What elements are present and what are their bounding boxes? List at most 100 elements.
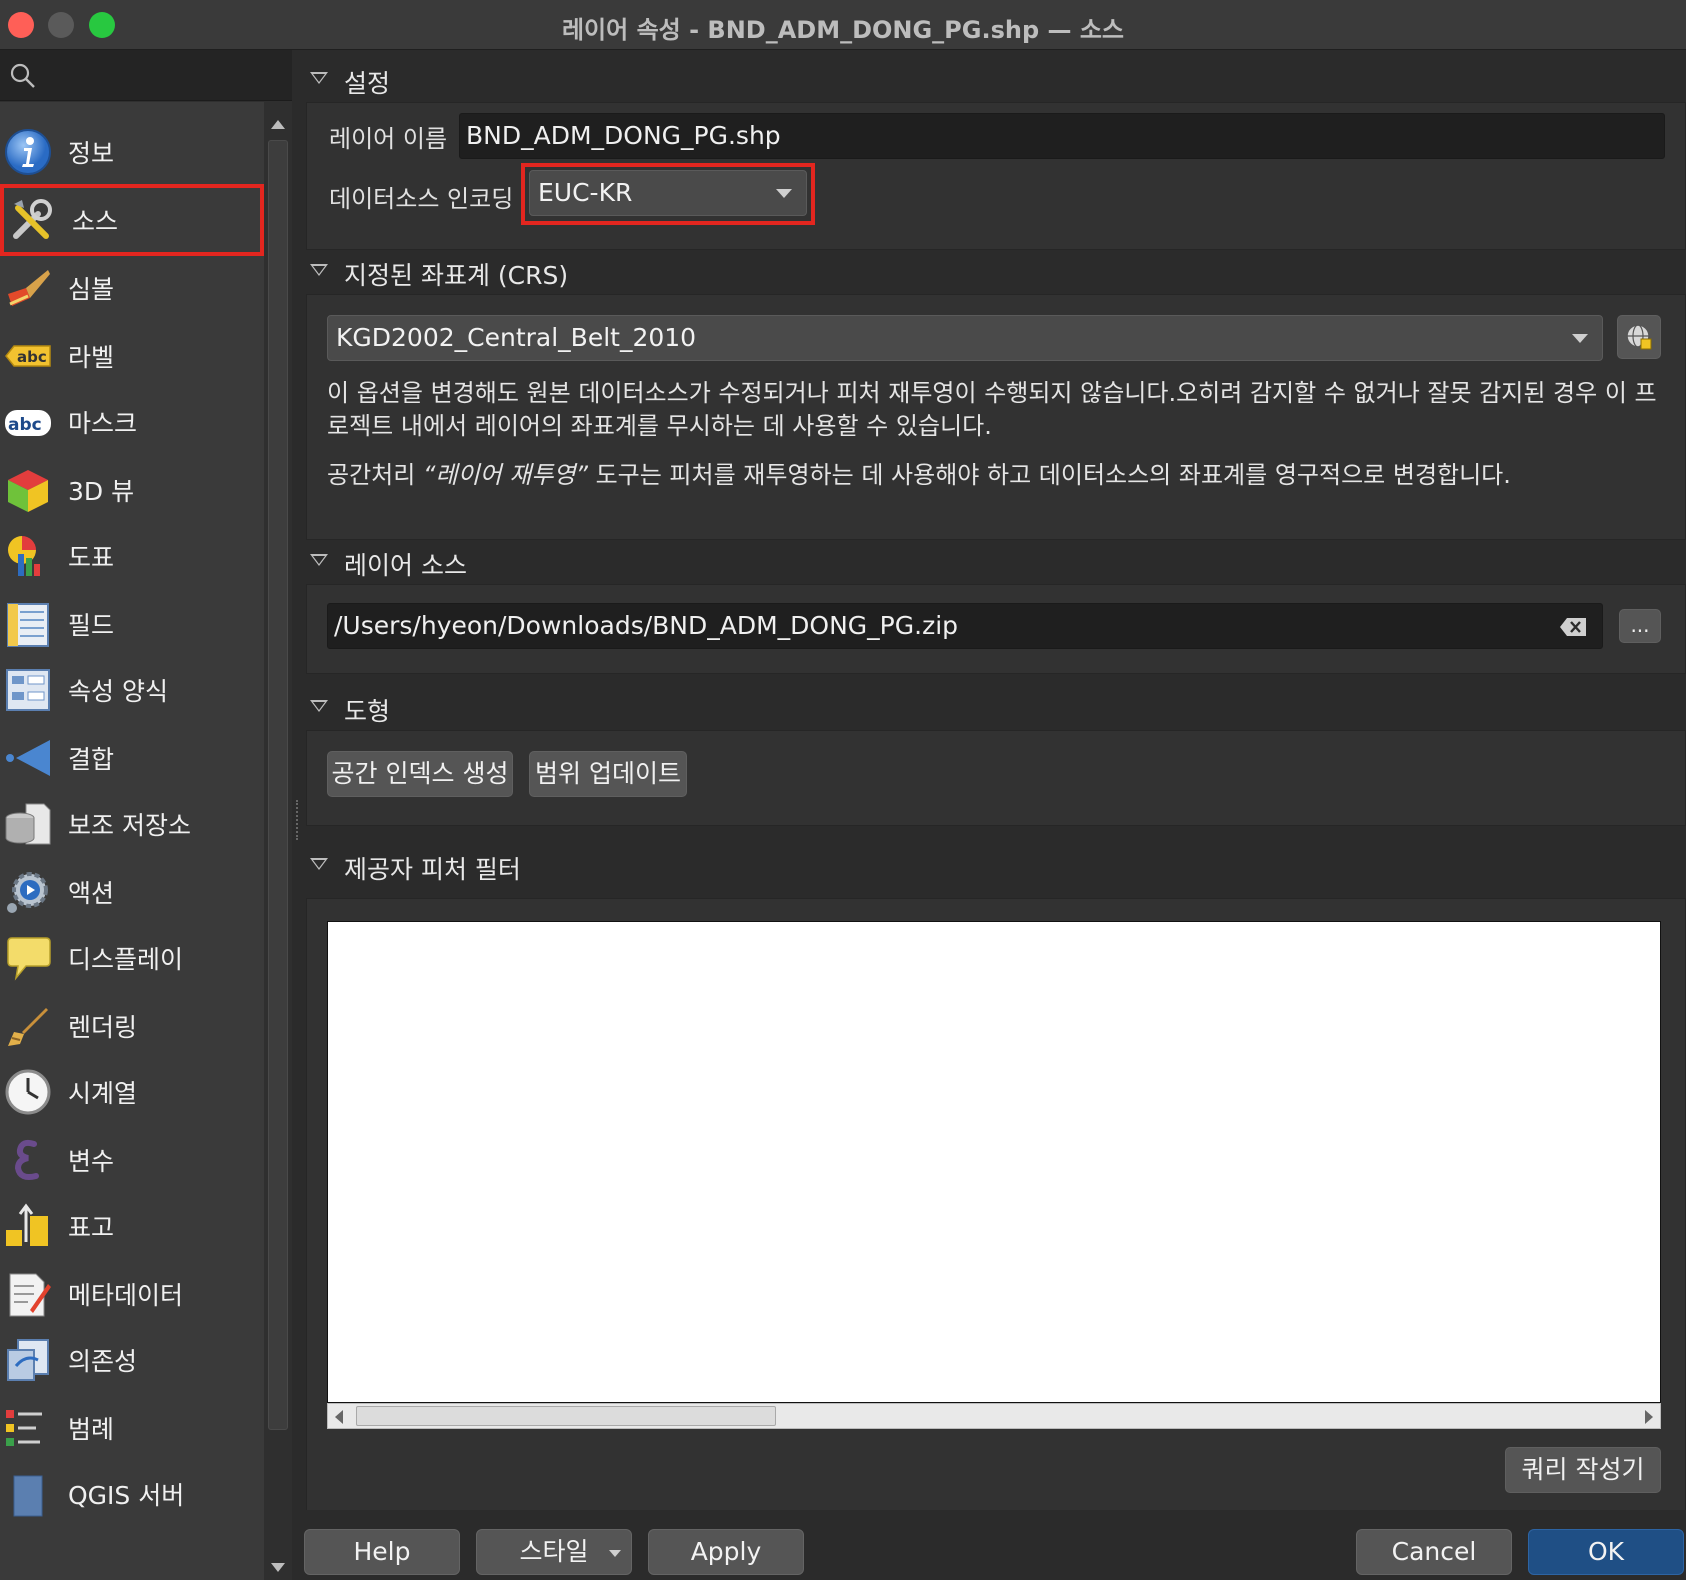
- scroll-right-arrow-icon[interactable]: [1644, 1410, 1654, 1424]
- section-layer-source-header[interactable]: 레이어 소스: [302, 540, 1686, 580]
- window-title: 레이어 속성 - BND_ADM_DONG_PG.shp — 소스: [561, 16, 1125, 44]
- layer-name-field[interactable]: BND_ADM_DONG_PG.shp: [459, 113, 1665, 159]
- rendering-brush-icon: [8, 1008, 48, 1046]
- sidebar-item-auxiliary-storage[interactable]: 보조 저장소: [0, 788, 264, 860]
- sidebar-item-temporal[interactable]: 시계열: [0, 1056, 264, 1128]
- sidebar: 정보 소스 심볼 abc 라벨 abc 마스크 3D 뷰 도표 필드 속성 양식…: [0, 50, 292, 1580]
- sidebar-scrollbar[interactable]: [266, 110, 290, 1580]
- sidebar-item-label: 의존성: [68, 1347, 138, 1376]
- sidebar-item-label: 도표: [68, 543, 115, 572]
- scrollbar-thumb[interactable]: [356, 1406, 776, 1426]
- scroll-down-arrow-icon[interactable]: [271, 1563, 285, 1572]
- attributes-form-icon: [6, 669, 50, 711]
- encoding-value: EUC-KR: [538, 178, 633, 207]
- filter-horizontal-scrollbar[interactable]: [327, 1403, 1661, 1429]
- search-icon: [10, 63, 35, 88]
- sidebar-item-qgis-server[interactable]: QGIS 서버: [0, 1458, 264, 1530]
- sidebar-item-label: 속성 양식: [68, 677, 168, 706]
- sidebar-item-label: 라벨: [68, 343, 115, 372]
- crs-selector-dropdown[interactable]: KGD2002_Central_Belt_2010: [327, 315, 1603, 361]
- 3d-cube-icon: [8, 470, 48, 512]
- display-speech-icon: [7, 937, 51, 981]
- crs-select-button[interactable]: [1617, 315, 1661, 359]
- sidebar-item-info[interactable]: 정보: [0, 116, 264, 188]
- sidebar-item-source[interactable]: 소스: [0, 184, 264, 256]
- help-button[interactable]: Help: [304, 1529, 460, 1575]
- sidebar-item-fields[interactable]: 필드: [0, 588, 264, 660]
- section-title: 도형: [344, 697, 391, 726]
- section-settings-body: 레이어 이름 BND_ADM_DONG_PG.shp 데이터소스 인코딩 EUC…: [306, 102, 1686, 250]
- update-extent-button[interactable]: 범위 업데이트: [529, 751, 687, 797]
- ok-button[interactable]: OK: [1528, 1529, 1684, 1575]
- cancel-button[interactable]: Cancel: [1356, 1529, 1512, 1575]
- collapse-triangle-icon[interactable]: [310, 264, 328, 276]
- sidebar-item-dependencies[interactable]: 의존성: [0, 1324, 264, 1396]
- scrollbar-thumb[interactable]: [268, 140, 288, 1430]
- scroll-up-arrow-icon[interactable]: [271, 120, 285, 129]
- encoding-dropdown[interactable]: EUC-KR: [529, 170, 807, 216]
- joins-icon: [6, 740, 50, 776]
- layer-source-path: /Users/hyeon/Downloads/BND_ADM_DONG_PG.z…: [334, 611, 959, 640]
- sidebar-item-elevation[interactable]: 표고: [0, 1190, 264, 1262]
- layer-source-path-field[interactable]: /Users/hyeon/Downloads/BND_ADM_DONG_PG.z…: [327, 603, 1603, 649]
- fields-icon: [7, 603, 49, 647]
- sidebar-item-labels[interactable]: abc 라벨: [0, 320, 264, 392]
- sidebar-item-label: 디스플레이: [68, 945, 184, 974]
- source-tools-icon: [13, 199, 52, 239]
- create-spatial-index-button[interactable]: 공간 인덱스 생성: [327, 751, 513, 797]
- globe-icon: [1626, 324, 1652, 350]
- sidebar-item-display[interactable]: 디스플레이: [0, 922, 264, 994]
- legend-icon: [6, 1410, 42, 1446]
- collapse-triangle-icon[interactable]: [310, 858, 328, 870]
- collapse-triangle-icon[interactable]: [310, 554, 328, 566]
- query-builder-button[interactable]: 쿼리 작성기: [1505, 1447, 1661, 1493]
- chevron-down-icon: [776, 189, 792, 198]
- section-title: 지정된 좌표계 (CRS): [344, 261, 569, 290]
- sidebar-item-label: 시계열: [68, 1079, 138, 1108]
- section-title: 설정: [344, 69, 391, 98]
- crs-value: KGD2002_Central_Belt_2010: [336, 323, 697, 352]
- scroll-left-arrow-icon[interactable]: [334, 1410, 344, 1424]
- temporal-clock-icon: [5, 1069, 51, 1115]
- sidebar-item-3d-view[interactable]: 3D 뷰: [0, 454, 264, 526]
- sidebar-item-label: 표고: [68, 1213, 115, 1242]
- sidebar-item-mask[interactable]: abc 마스크: [0, 386, 264, 458]
- sidebar-item-label: 범례: [68, 1415, 115, 1444]
- clear-field-icon[interactable]: [1559, 617, 1587, 637]
- sidebar-item-label: 필드: [68, 611, 115, 640]
- sidebar-item-label: 변수: [68, 1147, 115, 1176]
- crs-reproject-note-prefix: 공간처리: [327, 461, 423, 489]
- panel-splitter-handle[interactable]: [296, 800, 300, 840]
- sidebar-item-symbology[interactable]: 심볼: [0, 252, 264, 324]
- filter-expression-textarea[interactable]: [327, 921, 1661, 1403]
- sidebar-item-variables[interactable]: 변수: [0, 1124, 264, 1196]
- crs-reproject-note-suffix: 도구는 피처를 재투영하는 데 사용해야 하고 데이터소스의 좌표계를 영구적으…: [587, 461, 1511, 489]
- sidebar-item-joins[interactable]: 결합: [0, 722, 264, 794]
- sidebar-nav: 정보 소스 심볼 abc 라벨 abc 마스크 3D 뷰 도표 필드 속성 양식…: [0, 102, 264, 1580]
- sidebar-item-legend[interactable]: 범례: [0, 1392, 264, 1464]
- title-bar: 레이어 속성 - BND_ADM_DONG_PG.shp — 소스: [0, 0, 1686, 50]
- sidebar-item-label: 액션: [68, 879, 115, 908]
- section-geometry-header[interactable]: 도형: [302, 686, 1686, 726]
- collapse-triangle-icon[interactable]: [310, 72, 328, 84]
- sidebar-item-label: 마스크: [68, 409, 138, 438]
- section-crs-body: KGD2002_Central_Belt_2010 이 옵션을 변경해도 원본 …: [306, 294, 1686, 540]
- sidebar-item-metadata[interactable]: 메타데이터: [0, 1258, 264, 1330]
- sidebar-item-attributes-form[interactable]: 속성 양식: [0, 654, 264, 726]
- section-provider-filter-header[interactable]: 제공자 피처 필터: [302, 844, 1686, 884]
- sidebar-item-diagrams[interactable]: 도표: [0, 520, 264, 592]
- apply-button[interactable]: Apply: [648, 1529, 804, 1575]
- section-settings-header[interactable]: 설정: [302, 58, 1686, 98]
- sidebar-item-actions[interactable]: 액션: [0, 856, 264, 928]
- browse-button[interactable]: ...: [1619, 609, 1661, 643]
- encoding-label: 데이터소스 인코딩: [329, 185, 514, 213]
- section-crs-header[interactable]: 지정된 좌표계 (CRS): [302, 250, 1686, 290]
- collapse-triangle-icon[interactable]: [310, 700, 328, 712]
- style-menu-button[interactable]: 스타일: [476, 1529, 632, 1575]
- sidebar-item-label: 정보: [68, 139, 115, 168]
- svg-text:abc: abc: [8, 415, 42, 435]
- sidebar-item-rendering[interactable]: 렌더링: [0, 990, 264, 1062]
- sidebar-item-label: QGIS 서버: [68, 1481, 185, 1510]
- labels-abc-icon: abc: [5, 345, 51, 367]
- search-input[interactable]: [44, 60, 274, 90]
